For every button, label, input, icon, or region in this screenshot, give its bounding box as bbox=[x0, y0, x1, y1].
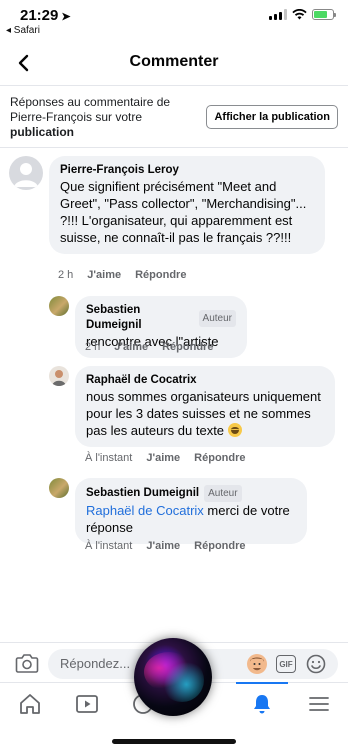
video-play-icon bbox=[76, 695, 98, 713]
comment-author[interactable]: Raphaël de Cocatrix bbox=[86, 373, 324, 388]
home-indicator[interactable] bbox=[112, 739, 236, 744]
hamburger-menu-icon bbox=[309, 697, 329, 711]
comment-time: 2 h bbox=[58, 269, 74, 281]
comment-author[interactable]: Sebastien Dumeignil Auteur bbox=[86, 303, 236, 333]
comment-time: À l'instant bbox=[85, 452, 133, 464]
header: Commenter bbox=[0, 40, 348, 86]
avatar[interactable] bbox=[49, 296, 69, 316]
reply-button[interactable]: Répondre bbox=[135, 269, 186, 281]
smiley-icon bbox=[306, 654, 326, 674]
context-line-1: Réponses au commentaire de bbox=[10, 95, 171, 109]
comment-time: À l'instant bbox=[85, 540, 133, 552]
comment-actions: À l'instant J'aime Répondre bbox=[85, 452, 246, 464]
active-tab-indicator bbox=[236, 682, 288, 684]
avatar[interactable] bbox=[49, 366, 69, 386]
status-bar: 21:29 ➤ ◂ Safari bbox=[0, 0, 348, 40]
status-time: 21:29 ➤ bbox=[20, 7, 71, 24]
author-name[interactable]: Sebastien Dumeignil bbox=[86, 303, 194, 333]
gif-button[interactable]: GIF bbox=[276, 655, 296, 673]
tab-home[interactable] bbox=[17, 691, 43, 717]
avatar[interactable] bbox=[49, 478, 69, 498]
context-line-3: publication bbox=[10, 125, 74, 139]
grinning-emoji-icon bbox=[227, 423, 242, 437]
author-badge: Auteur bbox=[204, 485, 242, 502]
tab-menu[interactable] bbox=[306, 691, 332, 717]
author-name[interactable]: Sebastien Dumeignil bbox=[86, 486, 199, 501]
like-button[interactable]: J'aime bbox=[146, 452, 180, 464]
home-icon bbox=[20, 694, 40, 714]
emoji-button[interactable] bbox=[306, 654, 326, 674]
context-bar: Réponses au commentaire de Pierre-Franço… bbox=[0, 86, 348, 148]
comment-time: 2 h bbox=[85, 341, 101, 353]
comment-bubble[interactable]: Raphaël de Cocatrix nous sommes organisa… bbox=[75, 366, 335, 447]
wifi-icon bbox=[292, 9, 307, 20]
reply-button[interactable]: Répondre bbox=[162, 341, 213, 353]
status-indicators bbox=[269, 9, 336, 20]
reply-button[interactable]: Répondre bbox=[194, 452, 245, 464]
comment-author[interactable]: Sebastien Dumeignil Auteur bbox=[86, 485, 296, 502]
show-post-button[interactable]: Afficher la publication bbox=[206, 105, 338, 129]
cellular-signal-icon bbox=[269, 9, 287, 20]
tab-notifications[interactable] bbox=[249, 691, 275, 717]
siri-orb-icon[interactable] bbox=[134, 638, 212, 716]
comment-bubble[interactable]: Sebastien Dumeignil Auteur Raphaël de Coc… bbox=[75, 478, 307, 544]
camera-icon bbox=[15, 654, 39, 673]
reply-input-placeholder: Répondez... bbox=[60, 656, 131, 671]
comment-bubble[interactable]: Pierre-François Leroy Que signifient pré… bbox=[49, 156, 325, 254]
camera-button[interactable] bbox=[15, 652, 39, 674]
like-button[interactable]: J'aime bbox=[114, 341, 148, 353]
bell-icon bbox=[254, 695, 270, 714]
author-name[interactable]: Raphaël de Cocatrix bbox=[86, 373, 197, 388]
battery-icon bbox=[312, 9, 336, 20]
page-title: Commenter bbox=[129, 53, 219, 70]
comment-actions: 2 h J'aime Répondre bbox=[85, 341, 213, 353]
comment-author[interactable]: Pierre-François Leroy bbox=[60, 163, 314, 178]
avatar-face-icon bbox=[250, 657, 264, 671]
comment-text: Que signifient précisément "Meet and Gre… bbox=[60, 179, 307, 245]
like-button[interactable]: J'aime bbox=[87, 269, 121, 281]
context-description: Réponses au commentaire de Pierre-Franço… bbox=[10, 95, 200, 140]
avatar-sticker-button[interactable] bbox=[247, 654, 267, 674]
context-line-2: Pierre-François sur votre bbox=[10, 110, 143, 124]
comment-actions: À l'instant J'aime Répondre bbox=[85, 540, 246, 552]
mention-link[interactable]: Raphaël de Cocatrix bbox=[86, 503, 204, 518]
avatar[interactable] bbox=[9, 156, 43, 190]
comment-text: Raphaël de Cocatrix merci de votre répon… bbox=[86, 502, 296, 536]
reply-button[interactable]: Répondre bbox=[194, 540, 245, 552]
location-arrow-icon: ➤ bbox=[61, 11, 71, 23]
time-text: 21:29 bbox=[20, 7, 59, 24]
user-photo-icon bbox=[52, 370, 66, 386]
like-button[interactable]: J'aime bbox=[146, 540, 180, 552]
comment-actions: 2 h J'aime Répondre bbox=[58, 269, 186, 281]
back-to-safari-link[interactable]: ◂ Safari bbox=[6, 25, 40, 36]
comment-body: nous sommes organisateurs uniquement pou… bbox=[86, 389, 321, 438]
tab-watch[interactable] bbox=[74, 691, 100, 717]
author-name[interactable]: Pierre-François Leroy bbox=[60, 163, 179, 178]
default-user-icon bbox=[14, 163, 38, 187]
author-badge: Auteur bbox=[198, 309, 236, 327]
comment-text: nous sommes organisateurs uniquement pou… bbox=[86, 388, 324, 439]
